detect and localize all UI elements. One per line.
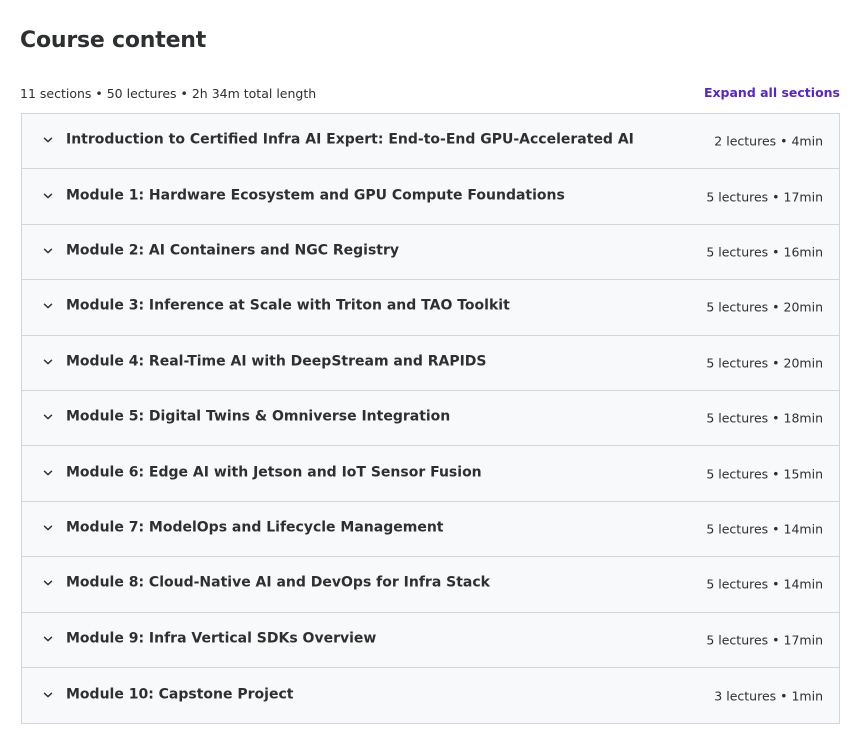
chevron-down-icon — [43, 470, 53, 475]
chevron-down-icon — [43, 193, 53, 198]
page-title: Course content — [20, 28, 207, 53]
section-row[interactable]: Module 4: Real-Time AI with DeepStream a… — [22, 335, 839, 391]
section-title: Introduction to Certified Infra AI Exper… — [66, 131, 634, 148]
section-row[interactable]: Module 2: AI Containers and NGC Registry… — [22, 224, 839, 281]
chevron-down-icon — [43, 692, 53, 697]
section-meta: 5 lectures • 17min — [706, 189, 823, 205]
chevron-down-icon — [43, 525, 53, 531]
section-row[interactable]: Module 7: ModelOps and Lifecycle Managem… — [22, 501, 839, 558]
section-title: Module 9: Infra Vertical SDKs Overview — [66, 630, 377, 647]
section-row[interactable]: Module 5: Digital Twins & Omniverse Inte… — [22, 390, 839, 447]
section-row[interactable]: Introduction to Certified Infra AI Exper… — [22, 114, 839, 170]
section-title: Module 1: Hardware Ecosystem and GPU Com… — [66, 187, 565, 204]
course-summary-row: 11 sections • 50 lectures • 2h 34m total… — [20, 84, 840, 104]
chevron-down-icon — [43, 303, 53, 309]
chevron-down-icon — [43, 359, 53, 365]
section-meta: 5 lectures • 17min — [706, 632, 823, 648]
section-list: Introduction to Certified Infra AI Exper… — [21, 113, 840, 725]
chevron-down-icon — [43, 248, 53, 254]
section-title: Module 6: Edge AI with Jetson and IoT Se… — [66, 464, 482, 481]
section-meta: 5 lectures • 14min — [706, 576, 823, 592]
chevron-down-icon — [43, 580, 53, 586]
section-meta: 5 lectures • 15min — [706, 466, 823, 482]
section-row[interactable]: Module 8: Cloud-Native AI and DevOps for… — [22, 557, 839, 613]
section-row[interactable]: Module 9: Infra Vertical SDKs Overview 5 … — [22, 612, 839, 668]
section-title: Module 2: AI Containers and NGC Registry — [66, 242, 400, 259]
expand-all-sections-button[interactable]: Expand all sections — [704, 85, 840, 100]
section-row[interactable]: Module 10: Capstone Project 3 lectures • … — [22, 667, 839, 724]
section-title: Module 7: ModelOps and Lifecycle Managem… — [66, 519, 444, 536]
section-title: Module 8: Cloud-Native AI and DevOps for… — [66, 575, 490, 592]
section-row[interactable]: Module 3: Inference at Scale with Triton… — [22, 280, 839, 336]
chevron-down-icon — [43, 414, 53, 420]
section-meta: 5 lectures • 20min — [706, 355, 823, 371]
section-meta: 5 lectures • 16min — [706, 244, 823, 260]
section-row[interactable]: Module 6: Edge AI with Jetson and IoT Se… — [22, 446, 839, 502]
section-meta: 5 lectures • 20min — [706, 299, 823, 315]
course-summary: 11 sections • 50 lectures • 2h 34m total… — [20, 86, 317, 101]
section-meta: 5 lectures • 18min — [706, 410, 823, 426]
section-title: Module 4: Real-Time AI with DeepStream a… — [66, 353, 487, 370]
section-meta: 2 lectures • 4min — [714, 133, 823, 149]
section-title: Module 10: Capstone Project — [66, 686, 294, 703]
chevron-down-icon — [43, 636, 53, 642]
section-title: Module 5: Digital Twins & Omniverse Inte… — [66, 408, 451, 425]
section-meta: 3 lectures • 1min — [714, 688, 823, 704]
section-meta: 5 lectures • 14min — [706, 521, 823, 537]
chevron-down-icon — [43, 137, 53, 143]
section-row[interactable]: Module 1: Hardware Ecosystem and GPU Com… — [22, 169, 839, 225]
section-title: Module 3: Inference at Scale with Triton… — [66, 298, 510, 315]
course-content-panel: Course content 11 sections • 50 lectures… — [0, 0, 864, 731]
